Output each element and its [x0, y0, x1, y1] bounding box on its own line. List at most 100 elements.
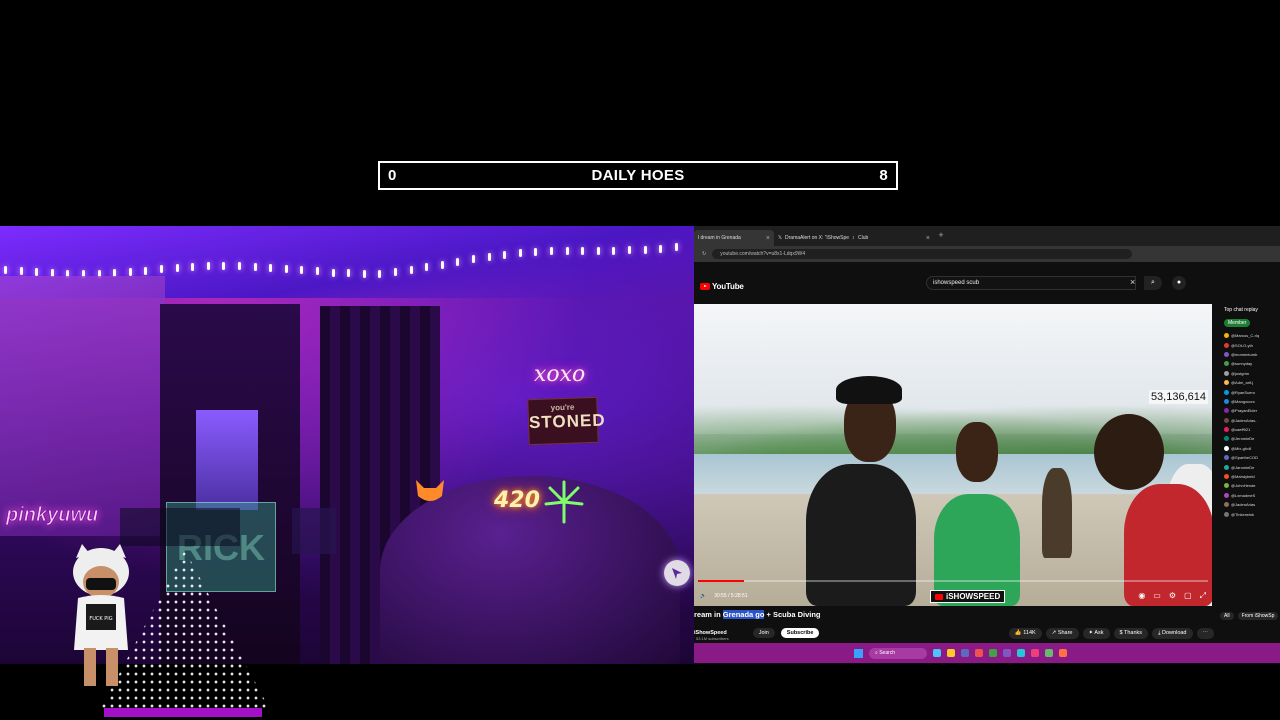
tab-club[interactable]: Club ×	[854, 230, 934, 246]
app-icon[interactable]	[1017, 649, 1025, 657]
user-avatar-icon[interactable]	[1224, 511, 1229, 517]
chat-username[interactable]: @LxmadmeS	[1231, 493, 1255, 498]
youtube-logo[interactable]: YouTube	[700, 282, 744, 291]
url-field[interactable]: youtube.com/watch?v=u8x1-Ldqx9W4	[712, 249, 1133, 259]
chat-tab-all[interactable]: All	[1220, 612, 1234, 620]
stream-scene: 0 DAILY HOES 8 xoxo you're STONED 420 pi…	[0, 0, 1280, 720]
light-bulb	[643, 245, 647, 254]
light-bulb	[222, 262, 226, 270]
app-icon[interactable]	[1031, 649, 1039, 657]
chat-username[interactable]: @justgrim	[1231, 371, 1249, 376]
chat-username[interactable]: @JeromieDe	[1231, 436, 1254, 441]
light-bulb	[612, 246, 616, 255]
folder-icon[interactable]	[947, 649, 955, 657]
chat-username[interactable]: @RyanSuero	[1231, 390, 1255, 395]
light-bulb	[456, 258, 460, 267]
light-bulb	[191, 262, 195, 271]
theater-icon[interactable]: ▢	[1184, 591, 1192, 601]
captions-icon[interactable]: ▭	[1153, 591, 1161, 601]
user-avatar-icon[interactable]	[1224, 492, 1229, 498]
light-bulb	[425, 263, 429, 272]
player-right-controls: ◉ ▭ ⚙ ▢ ⤢	[1138, 591, 1206, 601]
app-icon[interactable]	[975, 649, 983, 657]
clear-search-icon[interactable]: ×	[1130, 277, 1135, 287]
chrome-icon[interactable]	[989, 649, 997, 657]
share-button[interactable]: ↗ Share	[1045, 627, 1079, 639]
more-button[interactable]: ⋯	[1196, 627, 1214, 639]
chat-username[interactable]: @JohnHende	[1231, 483, 1256, 488]
chat-username[interactable]: @Mahdybeld	[1231, 474, 1255, 479]
chat-username[interactable]: @caeff921	[1231, 427, 1250, 432]
ask-label: Ask	[1094, 629, 1104, 636]
thanks-button[interactable]: $ Thanks	[1113, 627, 1149, 639]
user-avatar-icon[interactable]	[1224, 380, 1229, 386]
user-avatar-icon[interactable]	[1224, 361, 1229, 367]
chat-username[interactable]: @sunnyday	[1231, 361, 1252, 366]
chat-username[interactable]: @Marcus_C-rlq	[1231, 333, 1259, 338]
app-icon[interactable]	[1059, 649, 1067, 657]
user-avatar-icon[interactable]	[1224, 436, 1229, 442]
light-bulb	[409, 265, 413, 274]
chat-username[interactable]: @SpartheCOD	[1231, 455, 1258, 460]
windows-start-icon[interactable]	[854, 648, 863, 658]
chat-username[interactable]: @JadenArias-	[1231, 418, 1256, 423]
download-button[interactable]: ⤓ Download	[1152, 627, 1193, 639]
user-avatar-icon[interactable]	[1224, 455, 1229, 461]
member-chip[interactable]: Member	[1224, 319, 1251, 327]
chat-username[interactable]: @Adm_arif-j	[1231, 380, 1253, 385]
search-button[interactable]: ⌕	[1144, 276, 1162, 290]
close-icon[interactable]: ×	[926, 235, 930, 242]
chat-tab-from[interactable]: From iShowSp	[1237, 612, 1279, 620]
chat-header[interactable]: Top chat replay	[1220, 304, 1280, 318]
reload-icon[interactable]: ↻	[702, 251, 706, 257]
like-button[interactable]: 👍 114K	[1008, 627, 1042, 639]
gear-icon[interactable]: ⚙	[1169, 591, 1176, 601]
light-bulb	[581, 246, 585, 255]
user-avatar-icon[interactable]	[1224, 464, 1229, 470]
user-avatar-icon[interactable]	[1224, 351, 1229, 357]
tab-dramaalert[interactable]: 𝕏 DramaAlert on X: "iShowSpe ×	[774, 230, 854, 246]
app-icon[interactable]	[961, 649, 969, 657]
user-avatar-icon[interactable]	[1224, 483, 1229, 489]
fullscreen-icon[interactable]: ⤢	[1200, 591, 1206, 601]
chat-username[interactable]: @Mix-gfx4f	[1231, 446, 1251, 451]
video-player[interactable]: 53,136,614 iSHOWSPEED 🔈 30:55 / 5:28:51 …	[694, 304, 1212, 606]
user-avatar-icon[interactable]	[1224, 417, 1229, 423]
taskbar-search[interactable]: ⌕ Search	[869, 647, 927, 659]
user-avatar-icon[interactable]	[1224, 445, 1229, 451]
user-avatar-icon[interactable]	[1224, 408, 1229, 414]
light-bulb	[128, 267, 132, 276]
spotify-icon[interactable]	[1045, 649, 1053, 657]
chat-username[interactable]: @JaromieDe	[1231, 465, 1254, 470]
chat-username[interactable]: @SOLO-yth	[1231, 343, 1253, 348]
user-avatar-icon[interactable]	[1224, 398, 1229, 404]
tab-label: Club	[858, 235, 869, 241]
user-avatar-icon[interactable]	[1224, 333, 1229, 339]
user-avatar-icon[interactable]	[1224, 370, 1229, 376]
app-icon[interactable]	[933, 649, 941, 657]
join-button[interactable]: Join	[752, 628, 775, 638]
discord-icon[interactable]	[1003, 649, 1011, 657]
tab-youtube[interactable]: l dream in Grenada ×	[694, 230, 774, 246]
progress-bar[interactable]	[698, 580, 1208, 582]
user-avatar-icon[interactable]	[1224, 474, 1229, 480]
voice-search-button[interactable]: ●	[1172, 276, 1186, 290]
user-avatar-icon[interactable]	[1224, 502, 1229, 508]
chat-username[interactable]: @momentumb	[1231, 352, 1257, 357]
chat-username[interactable]: @JadenArias	[1231, 502, 1255, 507]
user-avatar-icon[interactable]	[1224, 427, 1229, 433]
chat-username[interactable]: @Tinkerwink	[1231, 512, 1254, 517]
subscribe-button[interactable]: Subscribe	[780, 628, 820, 638]
volume-icon[interactable]: 🔈	[700, 593, 706, 599]
autoplay-toggle[interactable]: ◉	[1138, 591, 1145, 601]
user-avatar-icon[interactable]	[1224, 389, 1229, 395]
ask-button[interactable]: ✦ Ask	[1082, 627, 1110, 639]
user-avatar-icon[interactable]	[1224, 342, 1229, 348]
chat-username[interactable]: @PrayanElder	[1231, 408, 1257, 413]
search-input[interactable]: ishowspeed scub	[926, 276, 1136, 290]
light-bulb	[503, 251, 507, 259]
close-icon[interactable]: ×	[766, 235, 770, 242]
light-bulb	[378, 269, 382, 278]
chat-username[interactable]: @Mangocorc	[1231, 399, 1255, 404]
new-tab-button[interactable]: +	[934, 230, 948, 246]
